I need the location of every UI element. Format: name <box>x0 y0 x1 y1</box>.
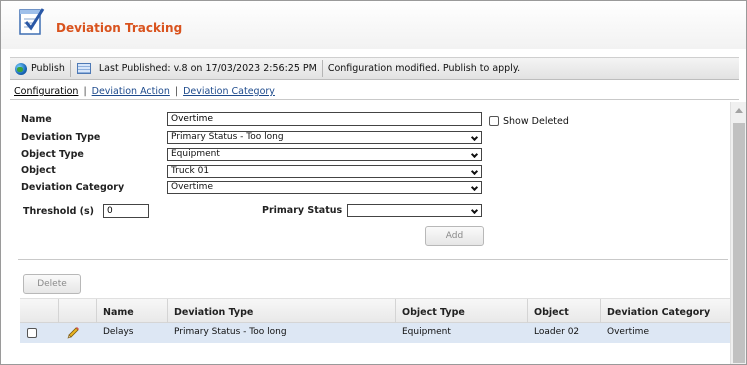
object-label: Object <box>21 165 56 176</box>
cell-object: Loader 02 <box>534 327 580 337</box>
column-divider <box>600 299 601 324</box>
app-window: Deviation Tracking Publish Last Publishe… <box>0 0 747 365</box>
tab-deviation-category[interactable]: Deviation Category <box>183 86 275 97</box>
publish-button[interactable]: Publish <box>10 58 70 79</box>
globe-icon <box>15 62 27 75</box>
deviation-type-label: Deviation Type <box>21 132 101 143</box>
scroll-thumb[interactable] <box>733 123 745 363</box>
object-type-value: Equipment <box>171 149 220 159</box>
column-header-deviation-type[interactable]: Deviation Type <box>174 307 253 318</box>
table-icon <box>76 63 91 74</box>
threshold-label: Threshold (s) <box>23 206 95 217</box>
publish-label: Publish <box>31 63 65 74</box>
tab-deviation-action[interactable]: Deviation Action <box>92 86 170 97</box>
tab-divider <box>10 99 739 100</box>
tab-bar: Configuration | Deviation Action | Devia… <box>14 86 275 97</box>
object-select[interactable]: Truck 01 <box>167 165 482 178</box>
add-button[interactable]: Add <box>425 226 484 246</box>
pencil-icon[interactable] <box>67 326 80 339</box>
deviation-category-label: Deviation Category <box>21 182 125 193</box>
show-deleted-label: Show Deleted <box>503 116 569 127</box>
cell-object-type: Equipment <box>402 327 451 337</box>
section-divider <box>18 259 728 260</box>
tab-configuration[interactable]: Configuration <box>14 86 78 97</box>
column-header-deviation-category[interactable]: Deviation Category <box>607 307 710 318</box>
vertical-scrollbar[interactable] <box>730 102 746 364</box>
column-header-name[interactable]: Name <box>103 307 134 318</box>
tab-separator: | <box>174 86 179 97</box>
column-header-object[interactable]: Object <box>534 307 569 318</box>
page-header: Deviation Tracking <box>1 1 746 49</box>
last-published-info: Last Published: v.8 on 17/03/2023 2:56:2… <box>71 58 322 79</box>
object-type-select[interactable]: Equipment <box>167 148 482 161</box>
last-published-text: Last Published: v.8 on 17/03/2023 2:56:2… <box>98 63 317 74</box>
chevron-down-icon <box>470 167 479 176</box>
chevron-down-icon <box>470 206 479 215</box>
show-deleted-checkbox[interactable] <box>489 116 499 126</box>
table-row[interactable]: Delays Primary Status - Too long Equipme… <box>20 323 730 343</box>
column-divider <box>167 299 168 324</box>
deviation-category-value: Overtime <box>171 182 213 192</box>
threshold-input[interactable] <box>103 204 149 218</box>
column-divider <box>96 299 97 324</box>
column-header-object-type[interactable]: Object Type <box>402 307 465 318</box>
deviation-type-value: Primary Status - Too long <box>171 132 284 142</box>
scroll-up-arrow-icon[interactable] <box>735 108 743 113</box>
status-message: Configuration modified. Publish to apply… <box>327 63 521 74</box>
delete-button[interactable]: Delete <box>23 274 81 294</box>
tab-separator: | <box>83 86 87 97</box>
primary-status-label: Primary Status <box>262 205 343 216</box>
chevron-down-icon <box>470 183 479 192</box>
name-input[interactable] <box>167 112 482 126</box>
column-divider <box>395 299 396 324</box>
cell-deviation-type: Primary Status - Too long <box>174 327 287 337</box>
chevron-down-icon <box>470 133 479 142</box>
primary-status-select[interactable] <box>347 204 482 217</box>
object-value: Truck 01 <box>171 166 210 176</box>
deviation-category-select[interactable]: Overtime <box>167 181 482 194</box>
deviation-type-select[interactable]: Primary Status - Too long <box>167 131 482 144</box>
chevron-down-icon <box>470 150 479 159</box>
object-type-label: Object Type <box>21 149 84 160</box>
column-divider <box>58 299 59 324</box>
row-checkbox[interactable] <box>27 328 37 338</box>
cell-name: Delays <box>103 327 134 337</box>
cell-deviation-category: Overtime <box>607 327 649 337</box>
page-title: Deviation Tracking <box>56 21 183 35</box>
grid-header: Name Deviation Type Object Type Object D… <box>20 298 730 324</box>
toolbar: Publish Last Published: v.8 on 17/03/202… <box>10 57 739 80</box>
column-divider <box>527 299 528 324</box>
name-label: Name <box>21 114 52 125</box>
checklist-icon <box>19 8 45 35</box>
